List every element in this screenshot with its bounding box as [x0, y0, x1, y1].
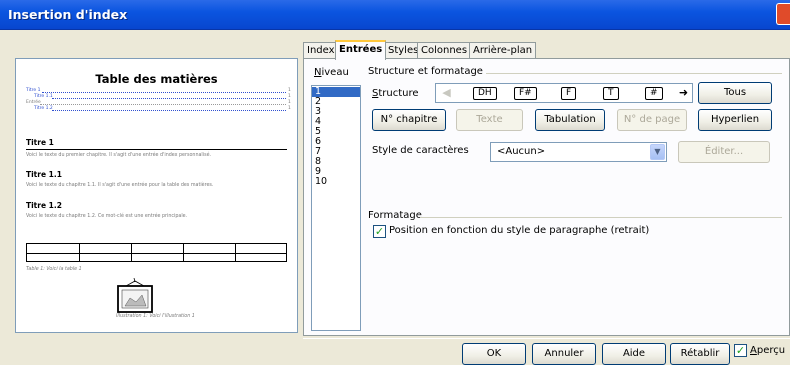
- token-entry-number[interactable]: F#: [514, 87, 537, 100]
- level-list[interactable]: 1 2 3 4 5 6 7 8 9 10: [311, 85, 361, 331]
- help-button[interactable]: Aide: [602, 343, 666, 365]
- token-page-number[interactable]: #: [645, 87, 663, 100]
- preview-toc-entry: Titre 1.2: [34, 106, 53, 111]
- preview-section-title: Titre 1: [26, 138, 54, 147]
- cancel-button[interactable]: Annuler: [532, 343, 596, 365]
- preview-heading: Table des matières: [95, 72, 218, 86]
- tab-index[interactable]: Index: [303, 42, 339, 59]
- preview-table: [26, 243, 287, 262]
- structure-section-title: Structure et formatage: [368, 66, 483, 77]
- preview-toc-page: 1: [288, 106, 291, 111]
- footer-divider: [303, 338, 790, 339]
- section-separator: [420, 217, 782, 218]
- hyperlink-button[interactable]: Hyperlien: [698, 109, 772, 131]
- preview-illustration-caption: Illustration 1: Voici l'illustration 1: [116, 314, 195, 319]
- structure-editor[interactable]: ◀ DH F# F T # ➜: [435, 83, 693, 103]
- structure-label: Structure: [372, 88, 419, 99]
- preview-toc-leader: [40, 104, 286, 105]
- preview-divider: [26, 149, 287, 150]
- preview-table-caption: Table 1: Voici la table 1: [26, 267, 82, 272]
- title-bar: Insertion d'index: [0, 0, 790, 30]
- preview-pane: Table des matières Titre 1 1 Titre 1.1 1…: [15, 58, 298, 333]
- chevron-down-icon[interactable]: ▼: [650, 144, 665, 160]
- format-section-title: Formatage: [368, 210, 422, 221]
- level-label: Niveau: [314, 67, 349, 78]
- preview-section-title: Titre 1.1: [26, 170, 62, 179]
- section-separator: [486, 73, 782, 74]
- scroll-left-icon[interactable]: ◀: [438, 86, 455, 101]
- preview-section-title: Titre 1.2: [26, 201, 62, 210]
- token-entry-text[interactable]: F: [561, 87, 577, 100]
- tabulation-button[interactable]: Tabulation: [535, 109, 605, 131]
- token-tab[interactable]: T: [603, 87, 619, 100]
- preview-section-body: Voici le texte du premier chapitre. Il s…: [26, 153, 212, 158]
- preview-section-body: Voici le texte du chapitre 1.1. Il s'agi…: [26, 183, 214, 188]
- preview-illustration-icon: [117, 278, 153, 313]
- tab-columns[interactable]: Colonnes: [417, 42, 472, 59]
- tab-background[interactable]: Arrière-plan: [469, 42, 537, 59]
- ok-button[interactable]: OK: [462, 343, 526, 365]
- preview-toc-page: 1: [288, 94, 291, 99]
- chapter-number-button[interactable]: N° chapitre: [372, 109, 446, 131]
- preview-toc-page: 1: [288, 88, 291, 93]
- position-label: Position en fonction du style de paragra…: [389, 225, 650, 236]
- preview-toc-entry: Titre 1: [26, 88, 41, 93]
- preview-toc-leader: [52, 110, 286, 111]
- char-style-value: <Aucun>: [497, 146, 546, 157]
- tab-entries[interactable]: Entrées: [335, 40, 387, 60]
- preview-checkbox[interactable]: ✓: [734, 344, 747, 357]
- preview-toc-leader: [42, 92, 286, 93]
- text-button[interactable]: Texte: [456, 109, 523, 131]
- preview-toc-page: 1: [288, 100, 291, 105]
- preview-checkbox-label: Aperçu: [750, 345, 786, 356]
- char-style-label: Style de caractères: [372, 145, 469, 156]
- preview-toc-leader: [52, 98, 286, 99]
- position-checkbox[interactable]: ✓: [373, 225, 386, 238]
- window-title: Insertion d'index: [8, 7, 128, 22]
- reset-button[interactable]: Rétablir: [670, 343, 730, 365]
- preview-toc-entry: Titre 1.1: [34, 94, 53, 99]
- close-button[interactable]: [776, 3, 790, 25]
- level-item-10[interactable]: 10: [312, 177, 360, 187]
- preview-toc-entry: Entrée: [26, 100, 41, 105]
- page-number-button[interactable]: N° de page: [617, 109, 687, 131]
- token-chapter-number[interactable]: DH: [473, 87, 497, 100]
- edit-button[interactable]: Éditer...: [678, 141, 770, 163]
- scroll-right-icon[interactable]: ➜: [675, 86, 692, 101]
- all-button[interactable]: Tous: [698, 82, 772, 104]
- preview-section-body: Voici le texte du chapitre 1.2. Ce mot-c…: [26, 214, 188, 219]
- char-style-select[interactable]: <Aucun> ▼: [490, 142, 667, 162]
